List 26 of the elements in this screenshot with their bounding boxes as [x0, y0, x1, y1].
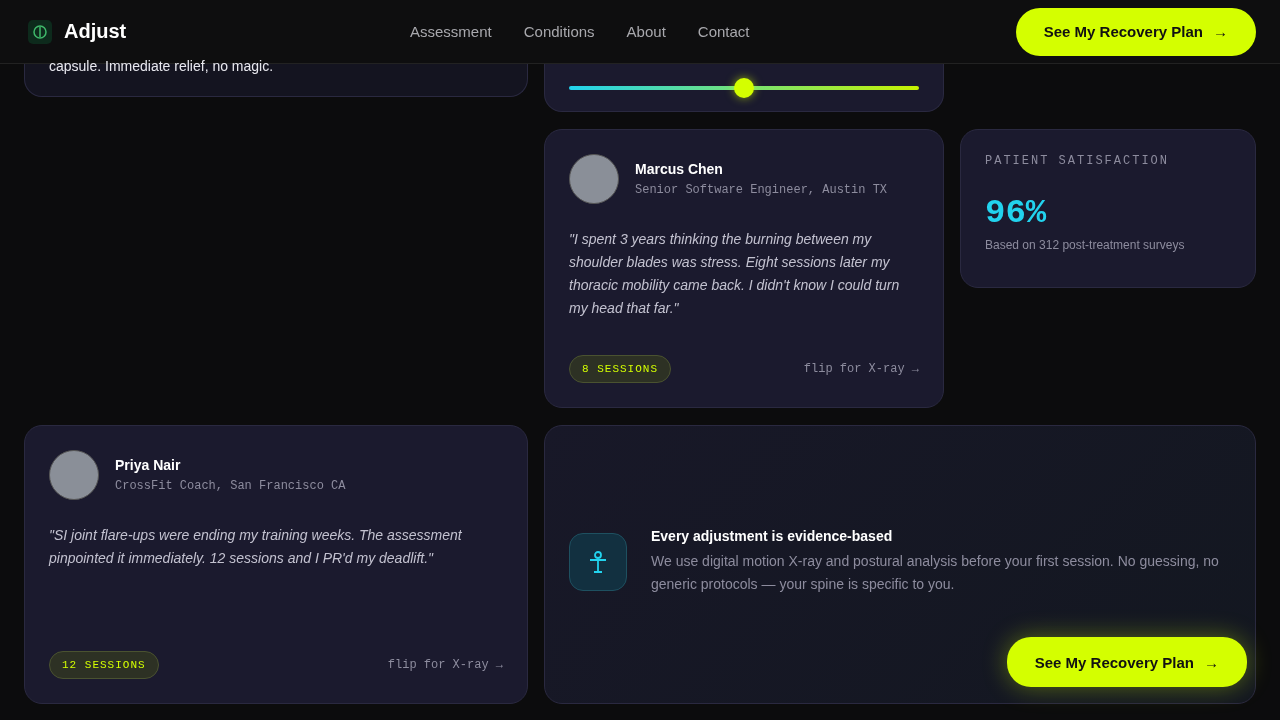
recovery-plan-button[interactable]: See My Recovery Plan → [1015, 7, 1256, 56]
photo-placeholder [569, 154, 619, 204]
recovery-plan-button[interactable]: See My Recovery Plan → [1006, 637, 1247, 687]
feature-title: Every adjustment is evidence-based [651, 527, 894, 544]
person-name: Marcus Chen [635, 161, 724, 177]
stat-label: PATIENT SATISFACTION [985, 154, 1171, 168]
flip-link[interactable]: flip for X-ray → [803, 362, 919, 376]
stat-value: 96% [985, 194, 1048, 232]
brand-name: Adjust [64, 20, 127, 43]
person-role: Senior Software Engineer, Austin TX [635, 183, 888, 197]
stat-note: Based on 312 post-treatment surveys [985, 238, 1186, 252]
feature-text: We use digital motion X-ray and postural analysis before your first session. No guessing, no generic protocols — your spine is specific to you. [651, 551, 1220, 594]
nav-link[interactable]: Assessment [410, 23, 492, 40]
person-role: CrossFit Coach, San Francisco CA [115, 479, 346, 493]
photo-placeholder [49, 450, 99, 500]
person-name: Priya Nair [115, 457, 182, 473]
flip-link[interactable]: flip for X-ray → [387, 658, 503, 672]
sessions-tag: 8 SESSIONS [569, 355, 671, 383]
testimonial-quote: "SI joint flare-ups were ending my training weeks. The assessment pinpointed it immediately. 12 sessions and I PR'd my deadlift." [49, 526, 463, 568]
testimonial-quote: "I spent 3 years thinking the burning between my shoulder blades was stress. Eight sessions later my thoracic mobility came back. I didn't know I could turn my head that far." [569, 230, 901, 318]
slider-thumb[interactable] [734, 77, 754, 98]
card-text: capsule. Immediate relief, no magic. [49, 58, 274, 74]
nav-link[interactable]: About [626, 23, 666, 40]
nav-link[interactable]: Conditions [523, 23, 595, 40]
nav-link[interactable]: Contact [697, 23, 750, 40]
sessions-tag: 12 SESSIONS [49, 651, 159, 679]
